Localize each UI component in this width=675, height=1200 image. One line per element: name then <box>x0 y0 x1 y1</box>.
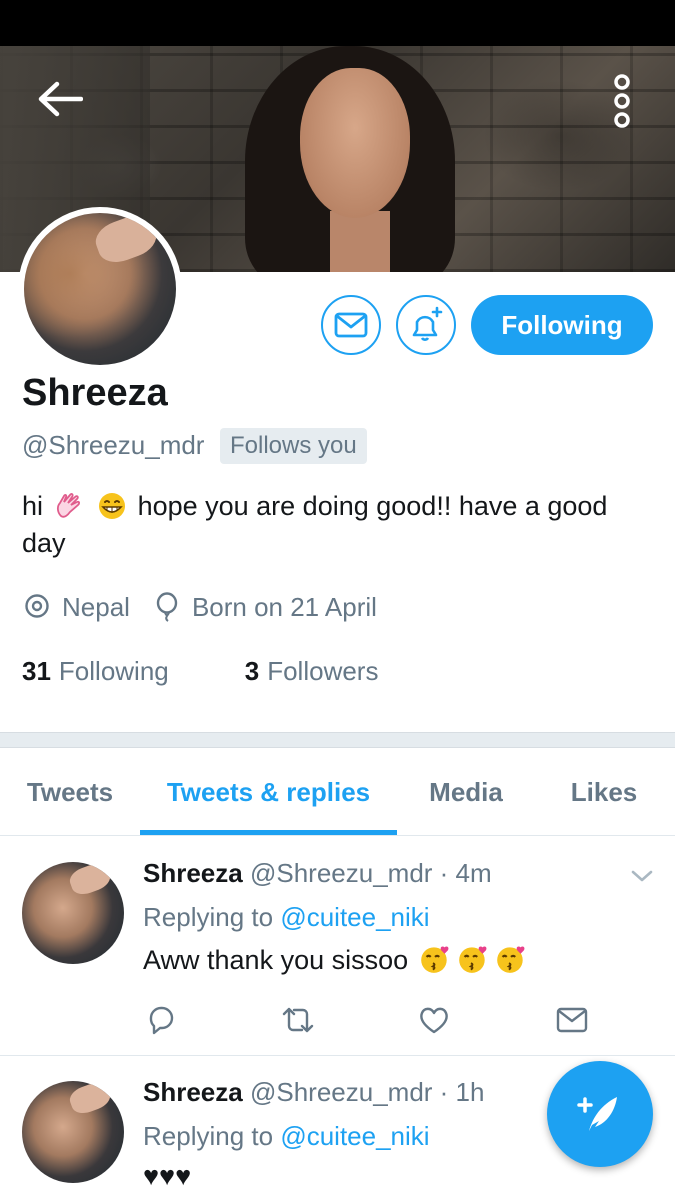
retweet-icon <box>282 1007 314 1033</box>
follows-you-badge: Follows you <box>220 428 367 464</box>
reply-button[interactable] <box>143 1002 179 1038</box>
status-bar <box>0 0 675 46</box>
kissing-face-heart-emoji-icon <box>420 946 449 973</box>
tab-tweets[interactable]: Tweets <box>0 748 140 836</box>
avatar-hand <box>66 1081 114 1118</box>
replying-to-link[interactable]: @cuitee_niki <box>280 1121 429 1151</box>
mail-icon <box>334 312 368 338</box>
tweet-item[interactable]: Shreeza @Shreezu_mdr · 4m Replying to @c… <box>0 838 675 1056</box>
kissing-face-heart-emoji-icon <box>496 946 525 973</box>
replying-prefix: Replying to <box>143 1121 274 1151</box>
tweet-handle-time: @Shreezu_mdr · 4m <box>249 858 492 888</box>
tweet-text: Aww thank you sissoo <box>143 944 530 976</box>
balloon-icon <box>152 592 182 622</box>
tweet-text: ♥♥♥ <box>143 1161 192 1191</box>
compose-quill-icon <box>577 1097 617 1131</box>
header-person-face <box>300 68 410 218</box>
followers-count: 3 <box>244 655 260 686</box>
tweet-handle-time: @Shreezu_mdr · 1h <box>249 1077 485 1107</box>
tweet-avatar[interactable] <box>22 1081 124 1183</box>
birthday-text: Born on 21 April <box>191 591 377 622</box>
back-arrow-icon <box>38 81 83 117</box>
tweet-replying-to: Replying to @cuitee_niki <box>143 902 430 933</box>
location-text: Nepal <box>62 591 130 622</box>
tweet-avatar[interactable] <box>22 862 124 964</box>
direct-message-button[interactable] <box>321 295 381 355</box>
profile-avatar[interactable] <box>18 207 182 371</box>
active-tab-indicator <box>140 830 397 835</box>
following-count-link[interactable]: 31 Following <box>22 656 169 687</box>
tweet-author-name: Shreeza <box>143 1077 243 1107</box>
like-button[interactable] <box>416 1002 452 1038</box>
birthday-item: Born on 21 April <box>152 592 377 623</box>
bio-prefix: hi <box>22 491 44 521</box>
tweet-actions <box>143 1002 603 1038</box>
tweet-replying-to: Replying to @cuitee_niki <box>143 1121 430 1152</box>
bell-plus-icon <box>412 306 443 341</box>
location-pin-icon <box>22 592 52 622</box>
retweet-button[interactable] <box>280 1002 316 1038</box>
following-button[interactable]: Following <box>471 295 653 355</box>
tab-likes[interactable]: Likes <box>535 748 673 836</box>
follow-counts: 31 Following 3 Followers <box>22 654 378 688</box>
profile-bio: hi hope you are doing good!! have a good… <box>22 488 652 562</box>
waving-hand-emoji-icon <box>56 493 80 518</box>
replying-to-link[interactable]: @cuitee_niki <box>280 902 429 932</box>
profile-tabs: Tweets Tweets & replies Media Likes <box>0 748 675 836</box>
avatar-hand <box>66 862 114 899</box>
followers-count-link[interactable]: 3 Followers <box>245 656 379 687</box>
section-divider <box>0 732 675 748</box>
profile-meta: Nepal Born on 21 April <box>22 590 399 624</box>
tweet-header: Shreeza @Shreezu_mdr · 4m <box>143 858 492 889</box>
tweet-author-name: Shreeza <box>143 858 243 888</box>
reply-icon <box>149 1006 174 1035</box>
location-item: Nepal <box>22 592 130 623</box>
tweet-text-body: Aww thank you sissoo <box>143 945 409 975</box>
profile-display-name: Shreeza <box>22 372 168 414</box>
notifications-button[interactable] <box>396 295 456 355</box>
compose-tweet-button[interactable] <box>547 1061 653 1167</box>
profile-handle: @Shreezu_mdr <box>22 430 205 460</box>
followers-label: Followers <box>267 655 379 686</box>
replying-prefix: Replying to <box>143 902 274 932</box>
grinning-face-emoji-icon <box>99 493 126 519</box>
more-options-button[interactable] <box>598 66 646 136</box>
tab-media[interactable]: Media <box>397 748 535 836</box>
following-count: 31 <box>22 655 51 686</box>
heart-icon <box>420 1007 448 1034</box>
following-label: Following <box>58 655 169 686</box>
tweet-header: Shreeza @Shreezu_mdr · 1h <box>143 1077 484 1108</box>
mail-icon <box>556 1007 588 1033</box>
kissing-face-heart-emoji-icon <box>458 946 487 973</box>
back-button[interactable] <box>30 72 90 126</box>
chevron-down-icon[interactable] <box>628 866 656 886</box>
header-person-neck <box>330 211 390 272</box>
more-vertical-icon <box>614 74 630 128</box>
tab-tweets-replies[interactable]: Tweets & replies <box>140 748 397 836</box>
share-dm-button[interactable] <box>554 1002 590 1038</box>
